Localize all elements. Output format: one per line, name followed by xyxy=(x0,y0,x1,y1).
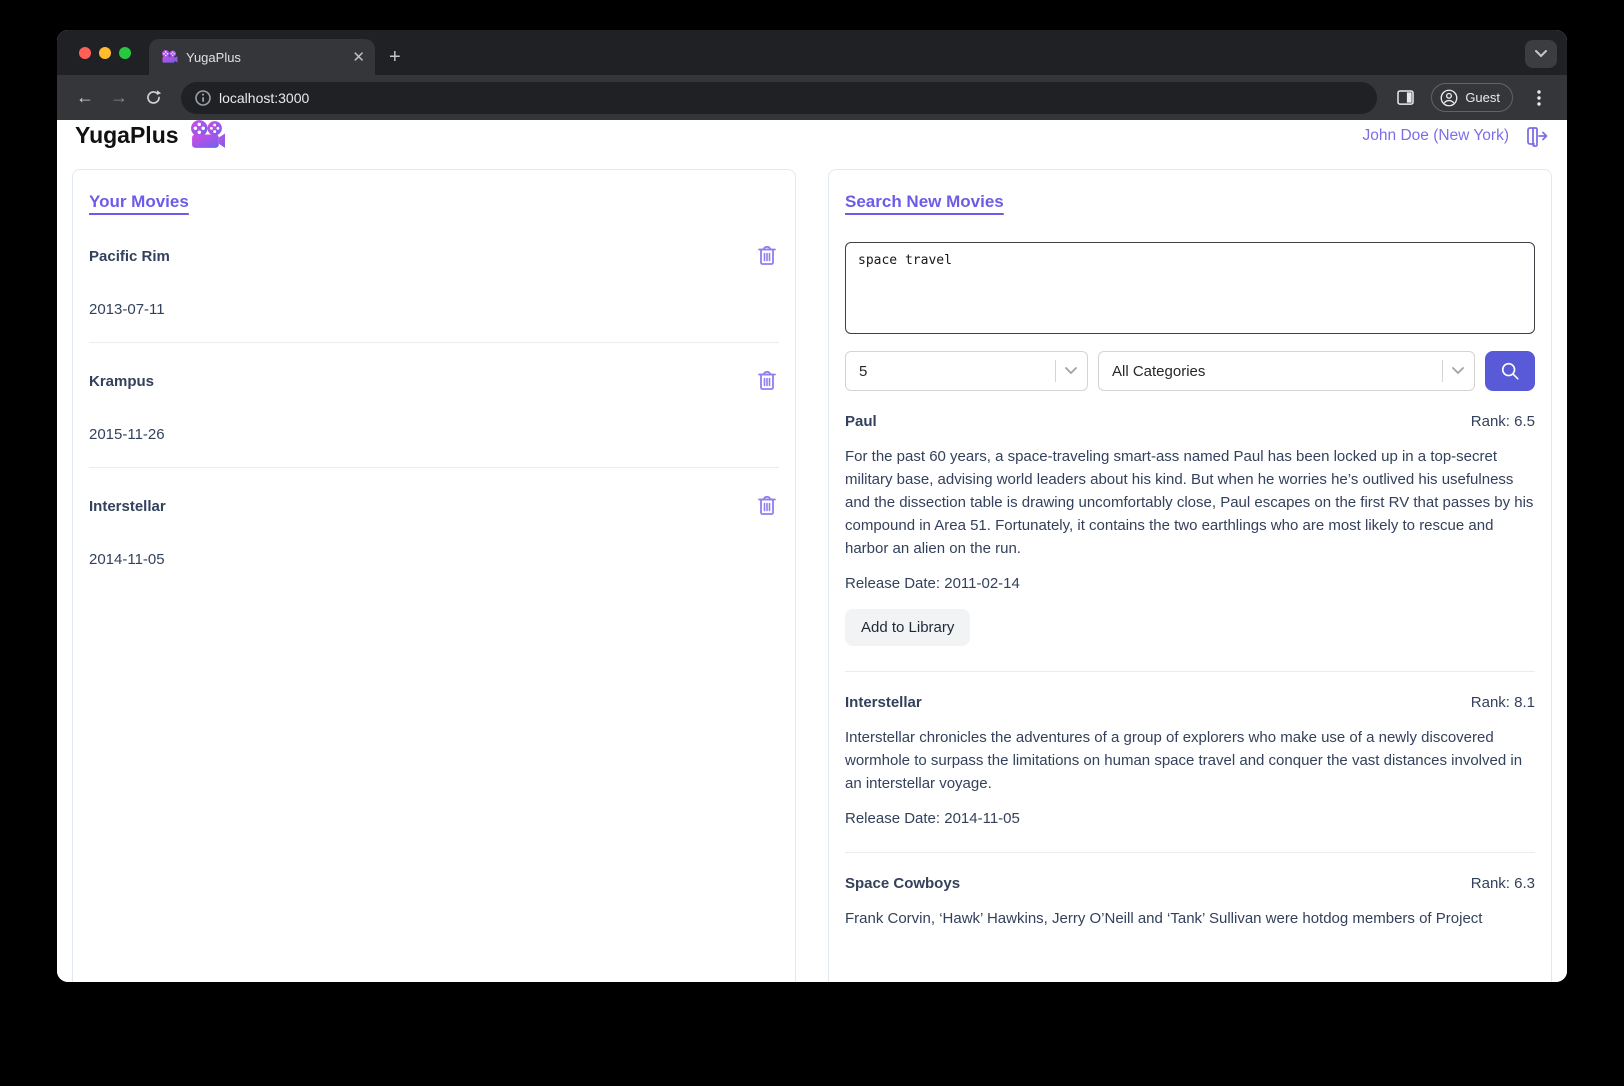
search-title: Search New Movies xyxy=(845,192,1004,211)
result-rank: Rank: 8.1 xyxy=(1470,694,1535,711)
logout-icon[interactable] xyxy=(1525,125,1549,147)
tab-strip: YugaPlus ✕ + xyxy=(57,30,1567,75)
chevron-down-icon xyxy=(1452,367,1464,375)
url-text: localhost:3000 xyxy=(219,89,310,106)
minimize-window-button[interactable] xyxy=(99,46,111,59)
forward-button[interactable]: → xyxy=(105,84,133,112)
result-name: Paul xyxy=(845,413,877,430)
search-controls: 5 All Categories xyxy=(845,351,1535,391)
tab-title: YugaPlus xyxy=(186,49,241,65)
result-release-date: Release Date: 2014-11-05 xyxy=(845,810,1020,827)
movie-camera-logo-icon xyxy=(190,120,225,148)
movie-date: 2015-11-26 xyxy=(89,426,165,443)
result-description: For the past 60 years, a space-traveling… xyxy=(845,448,1534,557)
trash-icon xyxy=(758,495,776,515)
trash-icon xyxy=(758,370,776,390)
divider xyxy=(89,467,779,468)
result-limit-value: 5 xyxy=(859,362,868,380)
movie-name: Krampus xyxy=(89,373,155,390)
movie-date: 2013-07-11 xyxy=(89,301,165,318)
main-content: Your Movies Pacific Rim 2013-07-11 Kramp… xyxy=(57,151,1567,982)
person-icon xyxy=(1440,89,1458,106)
browser-menu-button[interactable] xyxy=(1525,84,1553,112)
app-header: YugaPlus John Doe (New York) xyxy=(57,120,1567,151)
search-result: Interstellar Rank: 8.1 Interstellar chro… xyxy=(845,694,1535,827)
library-item: Krampus 2015-11-26 xyxy=(89,367,779,443)
result-release-date: Release Date: 2011-02-14 xyxy=(845,575,1020,592)
user-area: John Doe (New York) xyxy=(1363,125,1549,147)
tab-close-icon[interactable]: ✕ xyxy=(352,50,365,65)
select-divider xyxy=(1442,360,1443,382)
delete-movie-button[interactable] xyxy=(755,242,779,271)
profile-label: Guest xyxy=(1465,90,1500,105)
brand: YugaPlus xyxy=(75,120,226,151)
divider xyxy=(845,852,1535,853)
add-to-library-button[interactable]: Add to Library xyxy=(845,609,971,646)
new-tab-button[interactable]: + xyxy=(389,46,401,69)
result-limit-select[interactable]: 5 xyxy=(845,351,1088,391)
window-controls xyxy=(57,30,149,75)
close-window-button[interactable] xyxy=(79,46,91,59)
result-rank: Rank: 6.5 xyxy=(1470,413,1535,430)
search-icon xyxy=(1501,362,1519,380)
reload-icon xyxy=(146,90,161,104)
category-select[interactable]: All Categories xyxy=(1098,351,1475,391)
browser-window: YugaPlus ✕ + ← → localhost:3000 Guest Yu… xyxy=(57,30,1567,982)
result-name: Space Cowboys xyxy=(845,875,961,892)
movie-camera-favicon xyxy=(162,50,178,63)
reload-button[interactable] xyxy=(139,84,167,112)
movie-name: Pacific Rim xyxy=(89,248,170,265)
maximize-window-button[interactable] xyxy=(119,46,131,59)
library-item: Interstellar 2014-11-05 xyxy=(89,492,779,568)
delete-movie-button[interactable] xyxy=(755,367,779,396)
tab-search-button[interactable] xyxy=(1525,40,1557,68)
result-rank: Rank: 6.3 xyxy=(1470,875,1535,892)
back-button[interactable]: ← xyxy=(71,84,99,112)
library-title: Your Movies xyxy=(89,192,189,211)
side-panel-icon xyxy=(1397,90,1414,105)
search-result: Space Cowboys Rank: 6.3 Frank Corvin, ‘H… xyxy=(845,875,1535,930)
search-query-input[interactable]: space travel xyxy=(845,242,1535,334)
movie-name: Interstellar xyxy=(89,498,166,515)
search-panel: Search New Movies space travel 5 All Cat… xyxy=(828,169,1552,982)
library-item: Pacific Rim 2013-07-11 xyxy=(89,242,779,318)
profile-button[interactable]: Guest xyxy=(1431,83,1513,112)
trash-icon xyxy=(758,245,776,265)
address-bar[interactable]: localhost:3000 xyxy=(181,81,1378,114)
side-panel-button[interactable] xyxy=(1391,84,1419,112)
library-panel: Your Movies Pacific Rim 2013-07-11 Kramp… xyxy=(72,169,796,982)
delete-movie-button[interactable] xyxy=(755,492,779,521)
chevron-down-icon xyxy=(1535,50,1547,58)
result-description: Frank Corvin, ‘Hawk’ Hawkins, Jerry O’Ne… xyxy=(845,910,1483,927)
app-title: YugaPlus xyxy=(75,122,179,148)
divider xyxy=(845,671,1535,672)
category-value: All Categories xyxy=(1112,362,1206,380)
search-button[interactable] xyxy=(1485,351,1535,391)
kebab-menu-icon xyxy=(1537,89,1541,106)
chevron-down-icon xyxy=(1065,367,1077,375)
select-divider xyxy=(1055,360,1056,382)
app-page: YugaPlus John Doe (New York) Your Movies… xyxy=(57,120,1567,982)
result-description: Interstellar chronicles the adventures o… xyxy=(845,729,1523,792)
browser-toolbar: ← → localhost:3000 Guest xyxy=(57,75,1567,120)
movie-date: 2014-11-05 xyxy=(89,551,165,568)
result-name: Interstellar xyxy=(845,694,922,711)
browser-tab[interactable]: YugaPlus ✕ xyxy=(149,39,375,75)
search-result: Paul Rank: 6.5 For the past 60 years, a … xyxy=(845,413,1535,646)
site-info-icon[interactable] xyxy=(195,89,211,106)
user-name-link[interactable]: John Doe (New York) xyxy=(1363,127,1509,145)
divider xyxy=(89,342,779,343)
